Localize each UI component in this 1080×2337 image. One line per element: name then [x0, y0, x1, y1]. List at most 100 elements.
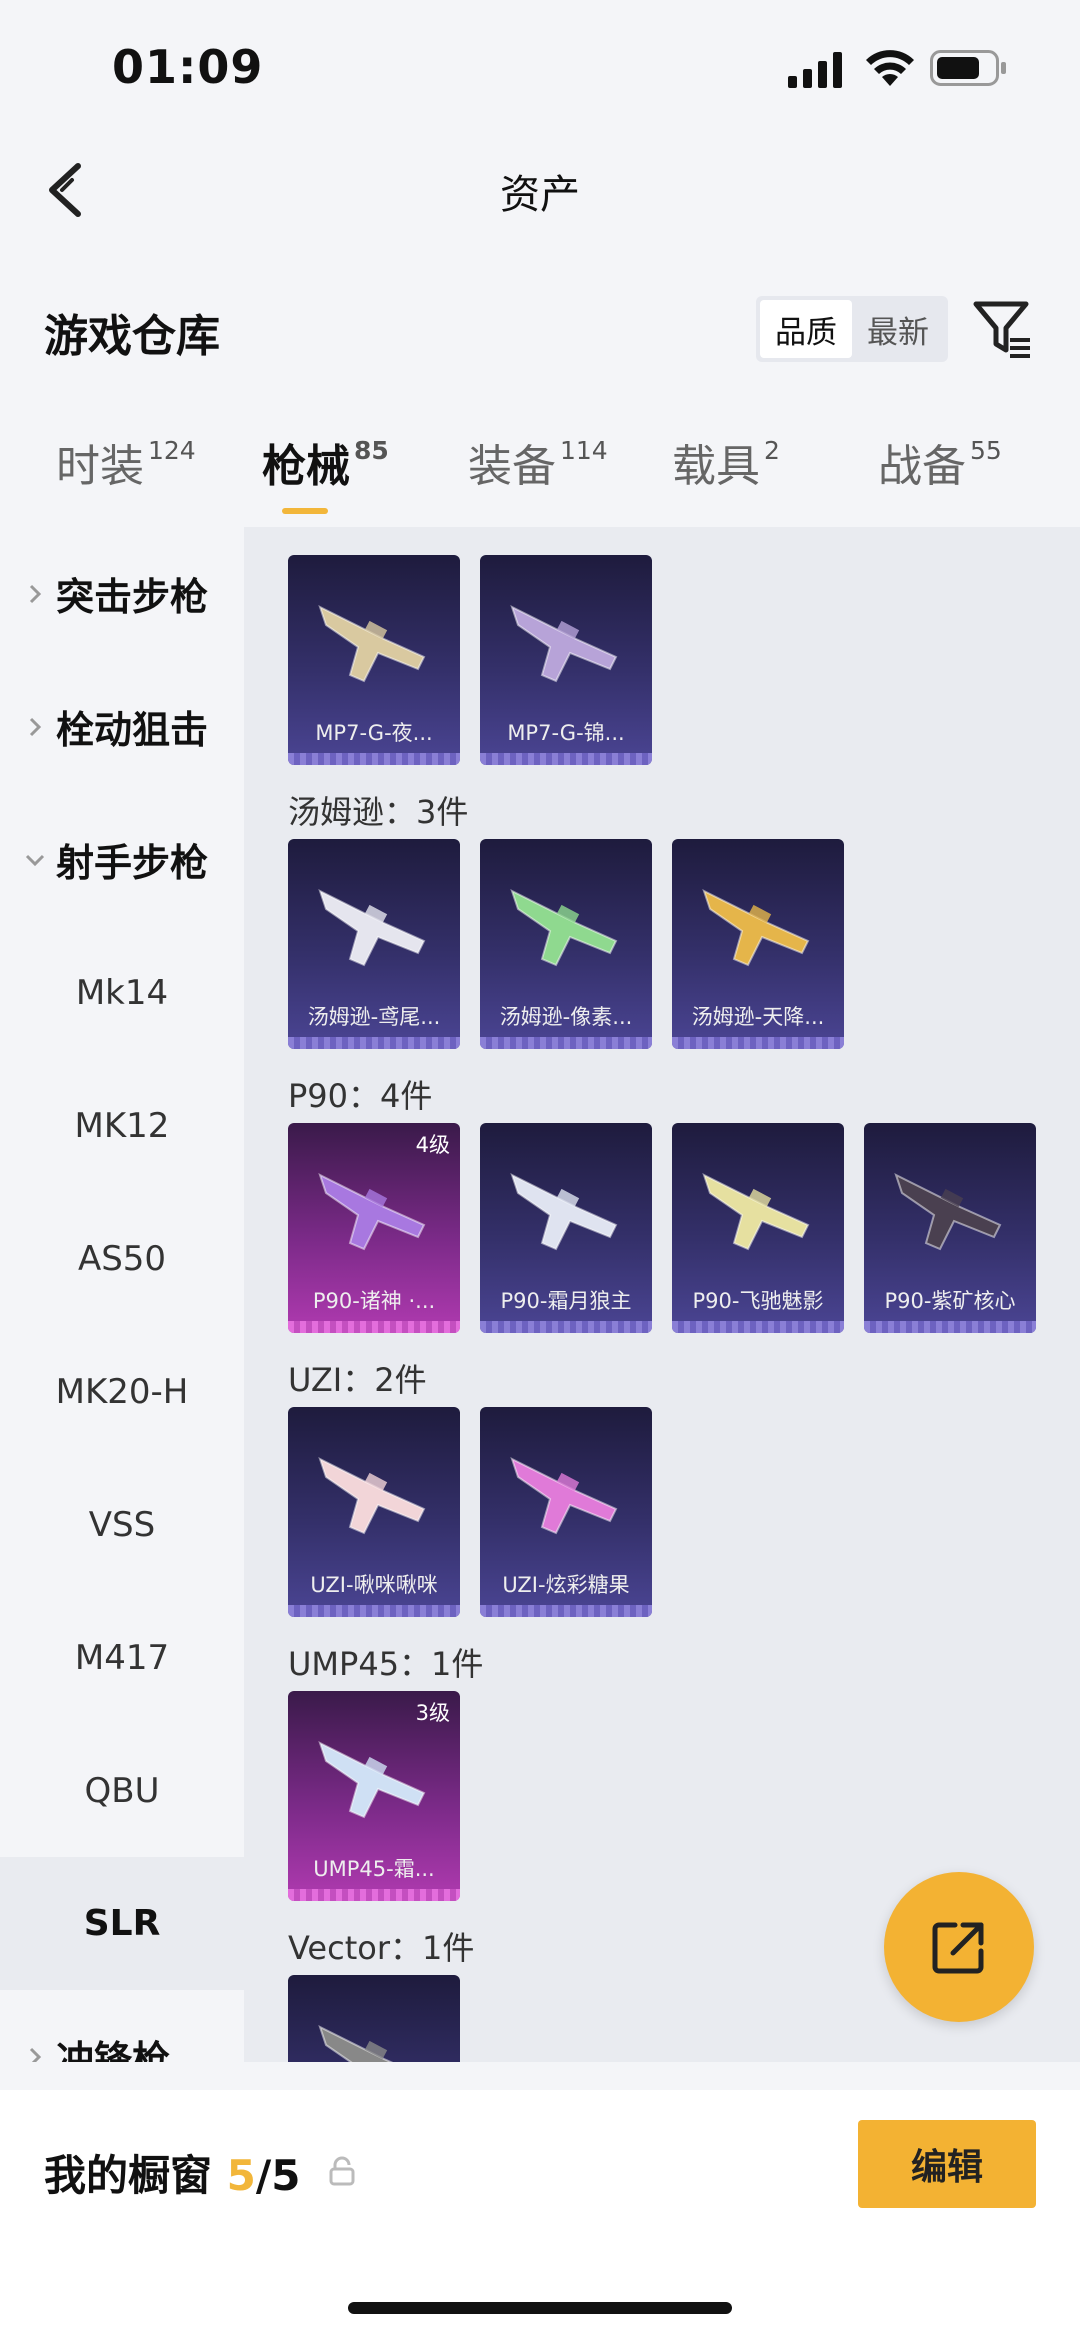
tab-equipment[interactable]: 装备 114: [468, 430, 608, 494]
rarity-strip: [480, 753, 652, 765]
weapon-skin-card[interactable]: P90-霜月狼主: [480, 1123, 652, 1333]
home-indicator: [348, 2302, 732, 2314]
group-label: Vector：1件: [288, 1929, 475, 1967]
weapon-skin-name: MP7-G-锦...: [507, 721, 625, 745]
rarity-strip: [864, 1321, 1036, 1333]
sidebar-category-label: 栓动狙击: [56, 708, 209, 752]
weapon-skin-name: UMP45-霜...: [313, 1857, 435, 1881]
weapon-skin-name: P90-紫矿核心: [884, 1289, 1016, 1313]
chevron-right-icon: [29, 717, 42, 736]
showcase-used-count: 5: [226, 2151, 256, 2200]
share-button[interactable]: [884, 1872, 1034, 2022]
sidebar-category-smg[interactable]: 冲锋枪: [0, 1990, 244, 2062]
sort-option-quality[interactable]: 品质: [760, 300, 852, 358]
sort-option-newest[interactable]: 最新: [852, 300, 944, 358]
group-label: 汤姆逊：3件: [288, 793, 469, 831]
weapon-skin-icon: [318, 1457, 426, 1535]
sidebar-category-label: 突击步枪: [56, 575, 209, 619]
weapon-skin-icon: [510, 1457, 618, 1535]
tier-badge: 4级: [415, 1133, 450, 1157]
sidebar-category-label: 冲锋枪: [56, 2038, 171, 2062]
sidebar-category-bolt-snipers[interactable]: 栓动狙击: [0, 660, 244, 793]
weapon-skin-card[interactable]: [288, 1975, 460, 2062]
weapon-skin-card[interactable]: UZI-啾咪啾咪: [288, 1407, 460, 1617]
weapon-skin-name: 汤姆逊-鸢尾...: [307, 1005, 441, 1029]
status-bar: 01:09: [0, 0, 1080, 130]
weapon-skin-card[interactable]: MP7-G-夜...: [288, 555, 460, 765]
weapon-skin-name: UZI-啾咪啾咪: [310, 1573, 438, 1597]
sidebar-item-qbu[interactable]: QBU: [0, 1724, 244, 1857]
sidebar-item-slr[interactable]: SLR: [0, 1857, 244, 1990]
wifi-icon: [866, 50, 914, 86]
chevron-right-icon: [29, 2047, 42, 2062]
weapon-skin-icon: [702, 1173, 810, 1251]
weapon-skin-icon: [318, 1173, 426, 1251]
weapon-skin-card[interactable]: UZI-炫彩糖果: [480, 1407, 652, 1617]
rarity-strip: [480, 1605, 652, 1617]
weapon-skin-card[interactable]: P90-飞驰魅影: [672, 1123, 844, 1333]
rarity-strip: [480, 1321, 652, 1333]
chevron-down-icon: [25, 854, 45, 866]
showcase-total-count: /5: [255, 2151, 301, 2200]
weapon-skin-icon: [894, 1173, 1002, 1251]
weapon-skin-icon: [318, 2025, 394, 2062]
weapon-skin-card[interactable]: 汤姆逊-像素...: [480, 839, 652, 1049]
weapon-skin-card[interactable]: 汤姆逊-天降...: [672, 839, 844, 1049]
weapon-skin-card[interactable]: MP7-G-锦...: [480, 555, 652, 765]
tab-supplies[interactable]: 战备 55: [878, 430, 1002, 494]
tab-outfits[interactable]: 时装 124: [56, 430, 196, 494]
page-title: 资产: [500, 172, 580, 218]
weapon-skin-name: P90-飞驰魅影: [692, 1289, 824, 1313]
weapon-skin-card[interactable]: 4级 P90-诸神 ·...: [288, 1123, 460, 1333]
rarity-strip: [288, 753, 460, 765]
sidebar-category-dmr[interactable]: 射手步枪: [0, 793, 244, 926]
rarity-strip: [672, 1321, 844, 1333]
warehouse-title: 游戏仓库: [44, 311, 220, 362]
sidebar-item-vss[interactable]: VSS: [0, 1458, 244, 1591]
weapon-skin-icon: [318, 889, 426, 967]
sidebar-category-label: 射手步枪: [56, 841, 209, 885]
weapon-skin-name: 汤姆逊-天降...: [691, 1005, 825, 1029]
rarity-strip: [288, 1321, 460, 1333]
category-tabs: 时装 124 枪械 85 装备 114 载具 2 战备 55: [0, 430, 1080, 520]
group-label: UMP45：1件: [288, 1645, 484, 1683]
sidebar-item-as50[interactable]: AS50: [0, 1192, 244, 1325]
tier-badge: 3级: [415, 1701, 450, 1725]
battery-icon: [930, 50, 1006, 86]
sort-toggle: 品质 最新: [756, 296, 948, 362]
weapon-skin-name: MP7-G-夜...: [315, 721, 433, 745]
sidebar-item-mk20h[interactable]: MK20-H: [0, 1325, 244, 1458]
filter-icon[interactable]: [972, 298, 1032, 360]
weapon-skin-card[interactable]: 汤姆逊-鸢尾...: [288, 839, 460, 1049]
weapon-skin-name: 汤姆逊-像素...: [499, 1005, 633, 1029]
rarity-strip: [672, 1037, 844, 1049]
weapon-skin-icon: [510, 889, 618, 967]
weapon-skin-icon: [510, 1173, 618, 1251]
lock-icon: [329, 2156, 355, 2186]
active-tab-indicator: [282, 508, 328, 514]
tab-weapons[interactable]: 枪械 85: [262, 430, 389, 494]
weapon-skin-name: P90-霜月狼主: [500, 1289, 632, 1313]
sidebar-category-assault-rifles[interactable]: 突击步枪: [0, 527, 244, 660]
status-time: 01:09: [112, 40, 264, 94]
sidebar-item-mk14[interactable]: Mk14: [0, 926, 244, 1059]
chevron-right-icon: [29, 584, 42, 603]
weapon-skin-card[interactable]: P90-紫矿核心: [864, 1123, 1036, 1333]
weapon-skin-icon: [318, 605, 426, 683]
rarity-strip: [288, 1605, 460, 1617]
rarity-strip: [288, 1037, 460, 1049]
sidebar-item-mk12[interactable]: MK12: [0, 1059, 244, 1192]
sidebar-item-m417[interactable]: M417: [0, 1591, 244, 1724]
tab-vehicles[interactable]: 载具 2: [672, 430, 780, 494]
cellular-signal-icon: [788, 52, 842, 88]
share-icon: [932, 1922, 984, 1974]
group-label: P90：4件: [288, 1077, 433, 1115]
edit-button[interactable]: 编辑: [858, 2120, 1036, 2208]
group-label: UZI：2件: [288, 1361, 427, 1399]
rarity-strip: [288, 1889, 460, 1901]
weapon-skin-icon: [510, 605, 618, 683]
rarity-strip: [480, 1037, 652, 1049]
weapon-skin-name: UZI-炫彩糖果: [502, 1573, 630, 1597]
weapon-skin-card[interactable]: 3级 UMP45-霜...: [288, 1691, 460, 1901]
weapon-skin-icon: [702, 889, 810, 967]
